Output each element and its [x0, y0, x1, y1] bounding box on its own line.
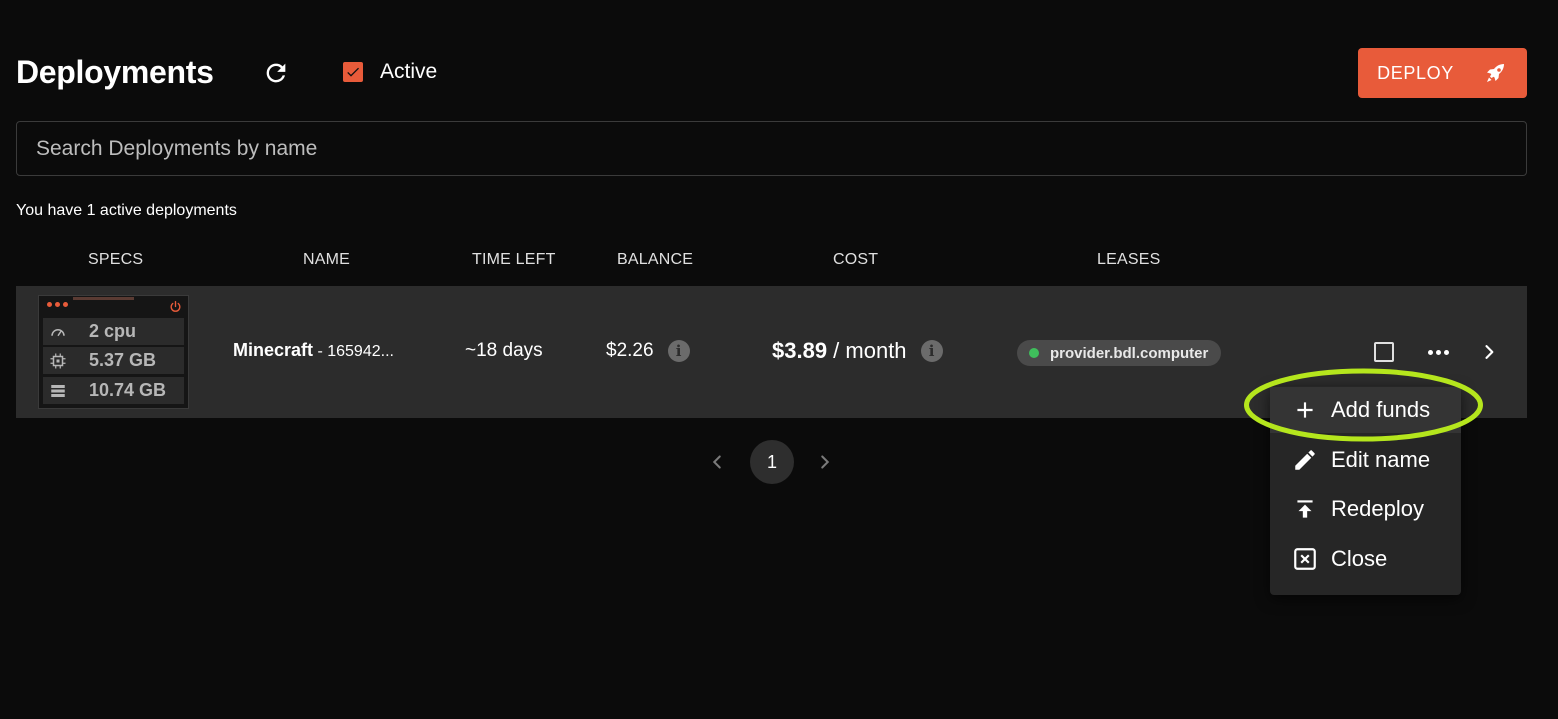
- close-box-icon: [1294, 548, 1316, 570]
- menu-item-close[interactable]: Close: [1270, 536, 1461, 582]
- refresh-icon[interactable]: [262, 59, 290, 87]
- storage-icon: [51, 384, 65, 397]
- search-input[interactable]: [17, 122, 1526, 175]
- time-left-value: ~18 days: [465, 340, 543, 361]
- active-deployments-summary: You have 1 active deployments: [16, 202, 237, 219]
- spec-memory: 5.37 GB: [43, 347, 184, 374]
- balance-info-icon[interactable]: i: [667, 340, 690, 362]
- column-header-specs: SPECS: [88, 251, 144, 268]
- pencil-icon: [1295, 450, 1315, 470]
- deployment-dseq: - 165942...: [313, 343, 394, 360]
- cost-cell: $3.89 / month i: [772, 338, 943, 364]
- specs-card-titlebar: [39, 296, 188, 316]
- cost-amount: $3.89: [772, 338, 828, 363]
- active-checkbox[interactable]: [343, 62, 363, 82]
- balance-value: $2.26: [606, 340, 654, 361]
- cost-period: / month: [827, 338, 907, 363]
- check-icon: [347, 67, 359, 77]
- power-icon: [170, 300, 181, 312]
- column-header-name: NAME: [303, 251, 351, 268]
- pagination: 1: [706, 440, 836, 484]
- menu-item-add-funds[interactable]: Add funds: [1270, 387, 1461, 433]
- row-select-checkbox[interactable]: [1374, 342, 1394, 362]
- plus-icon: [1297, 402, 1313, 418]
- chip-icon: [50, 353, 66, 368]
- window-dots-icon: [47, 302, 68, 307]
- lease-status-dot: [1029, 348, 1039, 358]
- deployment-name: Minecraft - 165942...: [233, 340, 394, 360]
- spec-storage: 10.74 GB: [43, 377, 184, 404]
- more-options-icon[interactable]: [1425, 341, 1451, 363]
- lease-provider: provider.bdl.computer: [1050, 344, 1209, 362]
- deploy-button[interactable]: DEPLOY: [1358, 48, 1527, 98]
- upload-icon: [1297, 500, 1313, 518]
- balance-cell: $2.26 i: [606, 340, 690, 362]
- chevron-right-page-icon[interactable]: [814, 451, 836, 473]
- column-header-time-left: TIME LEFT: [472, 251, 556, 268]
- page-button-1[interactable]: 1: [750, 440, 794, 484]
- chevron-right-icon[interactable]: [1479, 341, 1499, 363]
- lease-chip[interactable]: provider.bdl.computer: [1017, 340, 1222, 366]
- column-header-leases: LEASES: [1097, 251, 1161, 268]
- menu-item-redeploy[interactable]: Redeploy: [1270, 486, 1461, 532]
- active-filter-toggle[interactable]: Active: [343, 60, 437, 84]
- column-header-balance: BALANCE: [617, 251, 694, 268]
- active-filter-label: Active: [380, 60, 438, 83]
- specs-card: 2 cpu 5.37 GB 10.74 GB: [38, 295, 189, 409]
- search-box[interactable]: [16, 121, 1527, 176]
- speedometer-icon: [51, 328, 65, 336]
- cost-info-icon[interactable]: i: [920, 340, 943, 362]
- deploy-button-label: DEPLOY: [1377, 62, 1454, 83]
- spec-cpu: 2 cpu: [43, 318, 184, 345]
- rocket-icon: [1486, 64, 1504, 82]
- page-header: Deployments Active DEPLOY: [16, 48, 1527, 98]
- menu-item-edit-name[interactable]: Edit name: [1270, 437, 1461, 483]
- row-context-menu: Add funds Edit name Redeploy Close: [1270, 386, 1461, 595]
- column-header-cost: COST: [833, 251, 879, 268]
- chevron-left-icon[interactable]: [706, 451, 728, 473]
- page-title: Deployments: [16, 54, 214, 90]
